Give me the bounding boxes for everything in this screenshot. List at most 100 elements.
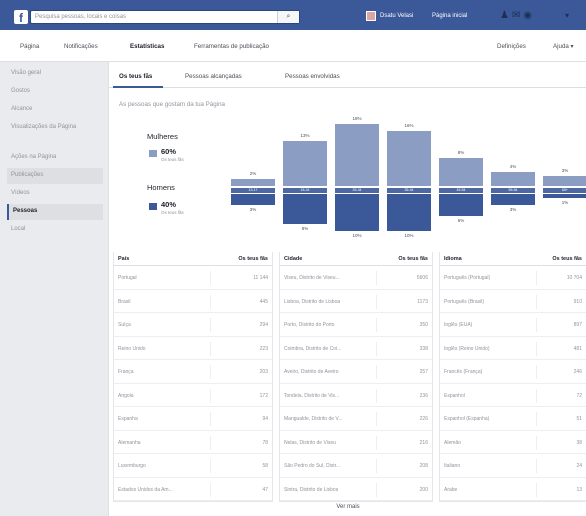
- male-bar[interactable]: [439, 194, 483, 217]
- fans-count-cell: 208: [419, 463, 428, 469]
- female-bar[interactable]: [231, 179, 275, 186]
- female-bar[interactable]: [283, 141, 327, 186]
- column-divider: [210, 341, 211, 356]
- help-menu[interactable]: Ajuda ▾: [553, 43, 574, 50]
- profile-link[interactable]: Dsatu Velasi: [380, 13, 413, 19]
- table-row: Angola 172: [114, 384, 272, 407]
- table-row: Inglês (EUA) 897: [440, 313, 586, 337]
- fans-count-cell: 200: [419, 486, 428, 493]
- demographics-tables: País Os teus fãs Portugal 11 144 Brasil 445…: [109, 252, 586, 516]
- female-bar[interactable]: [335, 124, 379, 186]
- table-row: Tondela, Distrito de Vis... 236: [280, 384, 432, 407]
- column-divider: [536, 459, 537, 473]
- table-row: Mangualde, Distrito de V... 226: [280, 407, 432, 431]
- tab-insights[interactable]: Estatísticas: [130, 43, 164, 50]
- city-name-cell: Porto, Distrito do Porto: [284, 322, 335, 328]
- sidebar-item-page-views[interactable]: Visualizações da Página: [7, 120, 103, 146]
- fans-count-cell: 350: [419, 322, 428, 328]
- avatar[interactable]: [366, 11, 376, 21]
- insights-sidebar: Visão geral Gostos Alcance Visualizações…: [0, 62, 103, 516]
- male-bar[interactable]: [543, 194, 586, 198]
- search-icon[interactable]: ⌕: [277, 11, 299, 23]
- fans-count-cell: 236: [419, 392, 428, 399]
- city-name-cell: São Pedro do Sul, Distr...: [284, 463, 341, 469]
- friends-icon[interactable]: ♟✉◉: [500, 10, 535, 21]
- column-divider: [210, 365, 211, 379]
- fans-count-cell: 223: [259, 345, 268, 352]
- sidebar-item-people[interactable]: Pessoas: [7, 204, 103, 220]
- table-row: Reino Unido 223: [114, 337, 272, 360]
- table-row: Alemão 38: [440, 431, 586, 454]
- fans-header[interactable]: Os teus fãs: [552, 256, 582, 262]
- fans-count-cell: 78: [262, 439, 268, 446]
- country-name-cell: Suíça: [118, 322, 131, 328]
- female-bar[interactable]: [543, 175, 586, 186]
- chevron-down-icon[interactable]: ▾: [565, 11, 569, 20]
- table-row: Sintra, Distrito de Lisboa 200: [280, 478, 432, 501]
- sidebar-item-posts[interactable]: Publicações: [7, 168, 103, 184]
- fans-count-cell: 445: [259, 298, 268, 305]
- table-row: Aveiro, Distrito de Aveiro 257: [280, 360, 432, 384]
- facebook-logo-icon[interactable]: f: [14, 10, 28, 25]
- fans-count-cell: 94: [262, 416, 268, 422]
- fans-count-cell: 47: [262, 486, 268, 493]
- column-divider: [376, 412, 377, 426]
- table-row: Espanhol (Espanha) 51: [440, 407, 586, 431]
- column-divider: [376, 459, 377, 473]
- male-bar[interactable]: [283, 194, 327, 224]
- language-header[interactable]: Idioma: [444, 256, 462, 262]
- column-divider: [536, 482, 537, 497]
- table-row: Estados Unidos da Am... 47: [114, 478, 272, 501]
- see-more-link[interactable]: Ver mais: [109, 504, 586, 516]
- female-bar[interactable]: [387, 130, 431, 186]
- fans-count-cell: 338: [419, 345, 428, 352]
- male-value-label: 1%: [561, 199, 569, 205]
- age-range-label: 25-34: [335, 188, 379, 193]
- sidebar-item-videos[interactable]: Vídeos: [7, 186, 103, 202]
- female-value-label: 3%: [561, 167, 569, 173]
- sidebar-item-likes[interactable]: Gostos: [7, 84, 103, 100]
- sidebar-item-overview[interactable]: Visão geral: [7, 66, 103, 82]
- fans-header[interactable]: Os teus fãs: [238, 256, 268, 262]
- fans-count-cell: 246: [573, 369, 582, 375]
- column-divider: [376, 388, 377, 403]
- search-placeholder: Pesquisa pessoas, locais e coisas: [35, 14, 127, 20]
- search-input[interactable]: Pesquisa pessoas, locais e coisas ⌕: [30, 10, 300, 24]
- male-bar[interactable]: [335, 194, 379, 231]
- fans-count-cell: 294: [259, 322, 268, 328]
- city-header[interactable]: Cidade: [284, 256, 302, 262]
- fans-count-cell: 203: [259, 369, 268, 375]
- table-row: Brasil 445: [114, 290, 272, 313]
- fans-header[interactable]: Os teus fãs: [398, 256, 428, 262]
- language-name-cell: Alemão: [444, 439, 461, 446]
- fans-count-cell: 5606: [416, 275, 428, 281]
- male-bar[interactable]: [491, 194, 535, 206]
- male-value-label: 6%: [457, 218, 465, 224]
- home-link[interactable]: Página inicial: [432, 13, 467, 19]
- tab-notifications[interactable]: Notificações: [64, 43, 98, 50]
- tab-publishing-tools[interactable]: Ferramentas de publicação: [194, 43, 269, 50]
- male-bar[interactable]: [387, 194, 431, 231]
- column-divider: [536, 388, 537, 403]
- sidebar-item-page-actions[interactable]: Ações na Página: [7, 150, 103, 166]
- sidebar-item-local[interactable]: Local: [7, 222, 103, 238]
- female-bar[interactable]: [491, 172, 535, 186]
- column-divider: [210, 271, 211, 285]
- female-bar[interactable]: [439, 158, 483, 186]
- city-name-cell: Viseu, Distrito de Viseu...: [284, 275, 340, 281]
- city-name-cell: Coimbra, Distrito de Coi...: [284, 345, 342, 352]
- sidebar-item-reach[interactable]: Alcance: [7, 102, 103, 118]
- settings-link[interactable]: Definições: [497, 43, 526, 50]
- male-bar[interactable]: [231, 194, 275, 206]
- fans-count-cell: 51: [576, 416, 582, 422]
- age-range-label: 45-54: [439, 188, 483, 193]
- city-table: Cidade Os teus fãs Viseu, Distrito de Vi…: [279, 252, 433, 502]
- country-name-cell: França: [118, 369, 134, 375]
- country-name-cell: Reino Unido: [118, 345, 146, 352]
- country-name-cell: Alemanha: [118, 439, 141, 446]
- age-range-label: 55-64: [491, 188, 535, 193]
- fans-count-cell: 72: [576, 392, 582, 399]
- tab-page[interactable]: Página: [20, 43, 39, 50]
- table-row: Viseu, Distrito de Viseu... 5606: [280, 266, 432, 290]
- country-header[interactable]: País: [118, 256, 129, 262]
